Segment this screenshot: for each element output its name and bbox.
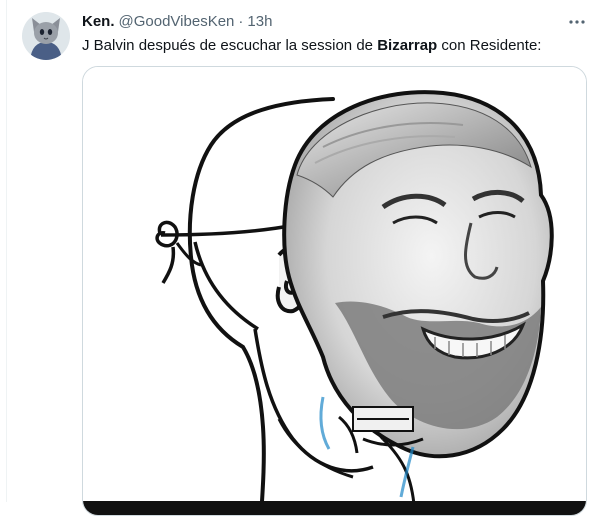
- separator-dot: ·: [238, 13, 244, 30]
- timestamp[interactable]: 13h: [247, 12, 272, 32]
- author-handle[interactable]: @GoodVibesKen: [119, 12, 235, 32]
- tweet-header: Ken. @GoodVibesKen · 13h: [82, 12, 272, 32]
- more-options-button[interactable]: [562, 10, 592, 34]
- tweet-text: J Balvin después de escuchar la session …: [82, 36, 582, 56]
- more-horizontal-icon: [569, 20, 585, 24]
- timeline-divider: [6, 0, 7, 502]
- cat-avatar-icon: [22, 12, 70, 60]
- tweet-media-image[interactable]: [82, 66, 587, 516]
- tweet-text-intro: J Balvin después de escuchar la session …: [82, 37, 378, 54]
- tweet-text-end: con Residente:: [437, 37, 542, 54]
- avatar[interactable]: [22, 12, 70, 60]
- tweet-text-mention: Bizarrap: [377, 37, 438, 54]
- meme-illustration: [83, 67, 586, 515]
- author-name[interactable]: Ken.: [82, 12, 115, 32]
